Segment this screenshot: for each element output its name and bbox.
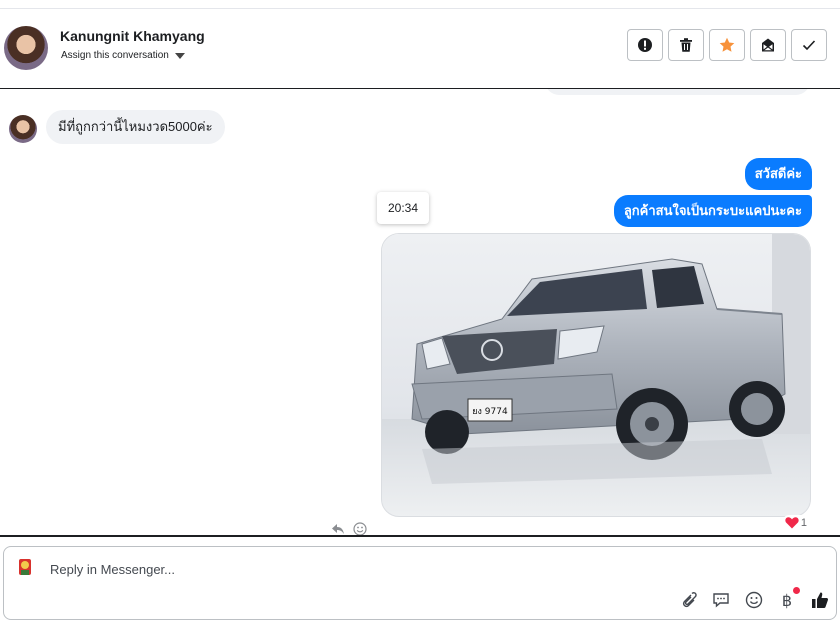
paperclip-icon — [682, 592, 697, 608]
mark-done-button[interactable] — [791, 29, 827, 61]
caret-down-icon — [174, 52, 185, 59]
mark-unread-button[interactable] — [750, 29, 786, 61]
thread-divider — [0, 535, 840, 537]
assign-label: Assign this conversation — [61, 50, 169, 61]
message-thread[interactable]: มีที่ถูกกว่านี้ไหมงวด5000ค่ะ สวัสดีค่ะ ล… — [0, 89, 840, 535]
trash-icon — [680, 38, 692, 52]
contact-avatar[interactable] — [4, 26, 48, 70]
emoji-react-icon[interactable] — [353, 522, 367, 535]
star-button[interactable] — [709, 29, 745, 61]
like-button[interactable] — [810, 590, 830, 610]
delete-button[interactable] — [668, 29, 704, 61]
reply-input[interactable] — [48, 557, 752, 581]
baht-icon: ฿ — [781, 590, 793, 610]
composer-tools: ฿ — [678, 587, 830, 610]
heart-icon — [785, 517, 799, 529]
assign-conversation-dropdown[interactable]: Assign this conversation — [61, 50, 185, 61]
conversation-header: Kanungnit Khamyang Assign this conversat… — [0, 9, 840, 90]
contact-name[interactable]: Kanungnit Khamyang — [60, 28, 205, 44]
message-timestamp-tooltip: 20:34 — [377, 192, 429, 224]
emoji-button[interactable] — [744, 590, 764, 610]
star-icon — [719, 37, 735, 52]
license-plate-text: ยง 9774 — [472, 407, 508, 417]
header-actions — [627, 29, 827, 61]
page-avatar — [12, 555, 38, 581]
reply-icon[interactable] — [331, 522, 345, 535]
previous-message-bubble — [545, 89, 810, 95]
payment-button[interactable]: ฿ — [777, 587, 800, 610]
pickup-truck-photo: ยง 9774 — [382, 234, 810, 516]
incoming-message[interactable]: มีที่ถูกกว่านี้ไหมงวด5000ค่ะ — [46, 110, 225, 144]
alert-icon — [638, 38, 652, 52]
check-icon — [802, 40, 816, 51]
reaction-count: 1 — [800, 516, 807, 529]
thumbs-up-icon — [812, 592, 829, 608]
emoji-icon — [745, 591, 763, 609]
notification-dot — [793, 587, 800, 594]
sender-avatar[interactable] — [9, 115, 37, 143]
message-reaction[interactable]: 1 — [781, 515, 810, 530]
message-hover-actions — [331, 522, 367, 535]
mark-spam-button[interactable] — [627, 29, 663, 61]
envelope-icon — [762, 38, 774, 52]
outgoing-message[interactable]: ลูกค้าสนใจเป็นกระบะแคปนะคะ — [613, 195, 812, 227]
photo-attachment[interactable]: ยง 9774 — [381, 233, 811, 517]
saved-replies-button[interactable] — [711, 590, 731, 610]
comment-icon — [713, 593, 729, 608]
outgoing-message[interactable]: สวัสดีค่ะ — [744, 158, 812, 190]
top-bar — [0, 0, 840, 9]
attach-file-button[interactable] — [678, 590, 698, 610]
reply-composer: ฿ — [3, 546, 837, 620]
